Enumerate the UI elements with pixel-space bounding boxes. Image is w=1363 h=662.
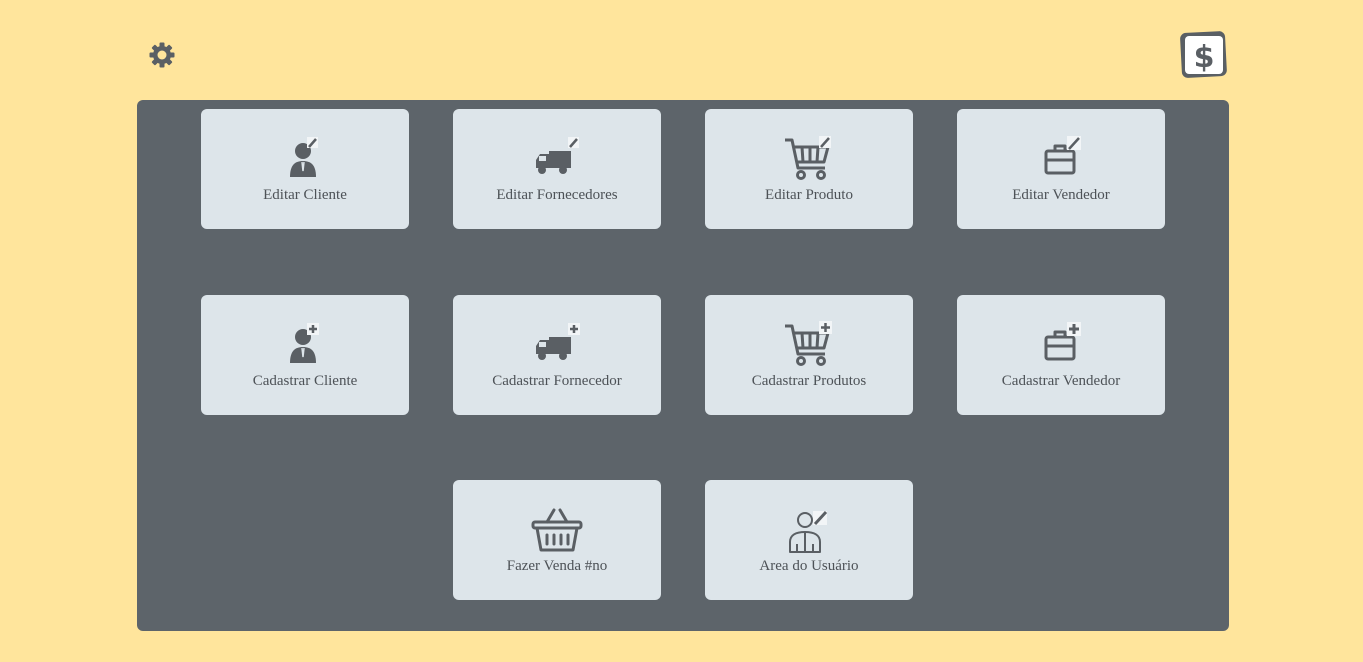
edit-client-icon [278, 135, 332, 183]
add-seller-button[interactable]: Cadastrar Vendedor [957, 295, 1165, 415]
add-supplier-button[interactable]: Cadastrar Fornecedor [453, 295, 661, 415]
edit-supplier-button[interactable]: Editar Fornecedores [453, 109, 661, 229]
card-label: Cadastrar Cliente [252, 373, 358, 389]
finance-dollar-icon[interactable]: $ [1179, 30, 1229, 80]
add-product-cart-icon [782, 321, 836, 369]
svg-text:$: $ [1194, 40, 1215, 75]
edit-client-button[interactable]: Editar Cliente [201, 109, 409, 229]
add-client-icon [278, 321, 332, 369]
card-label: Editar Produto [765, 187, 853, 203]
edit-supplier-truck-icon [530, 135, 584, 183]
add-supplier-truck-icon [530, 321, 584, 369]
add-client-button[interactable]: Cadastrar Cliente [201, 295, 409, 415]
make-sale-button[interactable]: Fazer Venda #no [453, 480, 661, 600]
add-seller-briefcase-icon [1034, 321, 1088, 369]
edit-seller-button[interactable]: Editar Vendedor [957, 109, 1165, 229]
card-label: Cadastrar Fornecedor [492, 373, 622, 389]
menu-panel: Editar Cliente Editar Fornecedores Edita… [137, 100, 1229, 631]
user-edit-icon [782, 506, 836, 554]
basket-icon [530, 506, 584, 554]
edit-seller-briefcase-icon [1034, 135, 1088, 183]
card-label: Cadastrar Vendedor [1001, 373, 1121, 389]
edit-product-button[interactable]: Editar Produto [705, 109, 913, 229]
user-area-button[interactable]: Area do Usuário [705, 480, 913, 600]
edit-product-cart-icon [782, 135, 836, 183]
card-label: Fazer Venda #no [506, 558, 608, 574]
card-label: Editar Cliente [263, 187, 347, 203]
settings-gear-icon[interactable] [148, 41, 176, 69]
card-label: Editar Fornecedores [496, 187, 618, 203]
card-label: Editar Vendedor [1012, 187, 1110, 203]
card-label: Cadastrar Produtos [751, 373, 867, 389]
card-label: Area do Usuário [759, 558, 859, 574]
add-product-button[interactable]: Cadastrar Produtos [705, 295, 913, 415]
